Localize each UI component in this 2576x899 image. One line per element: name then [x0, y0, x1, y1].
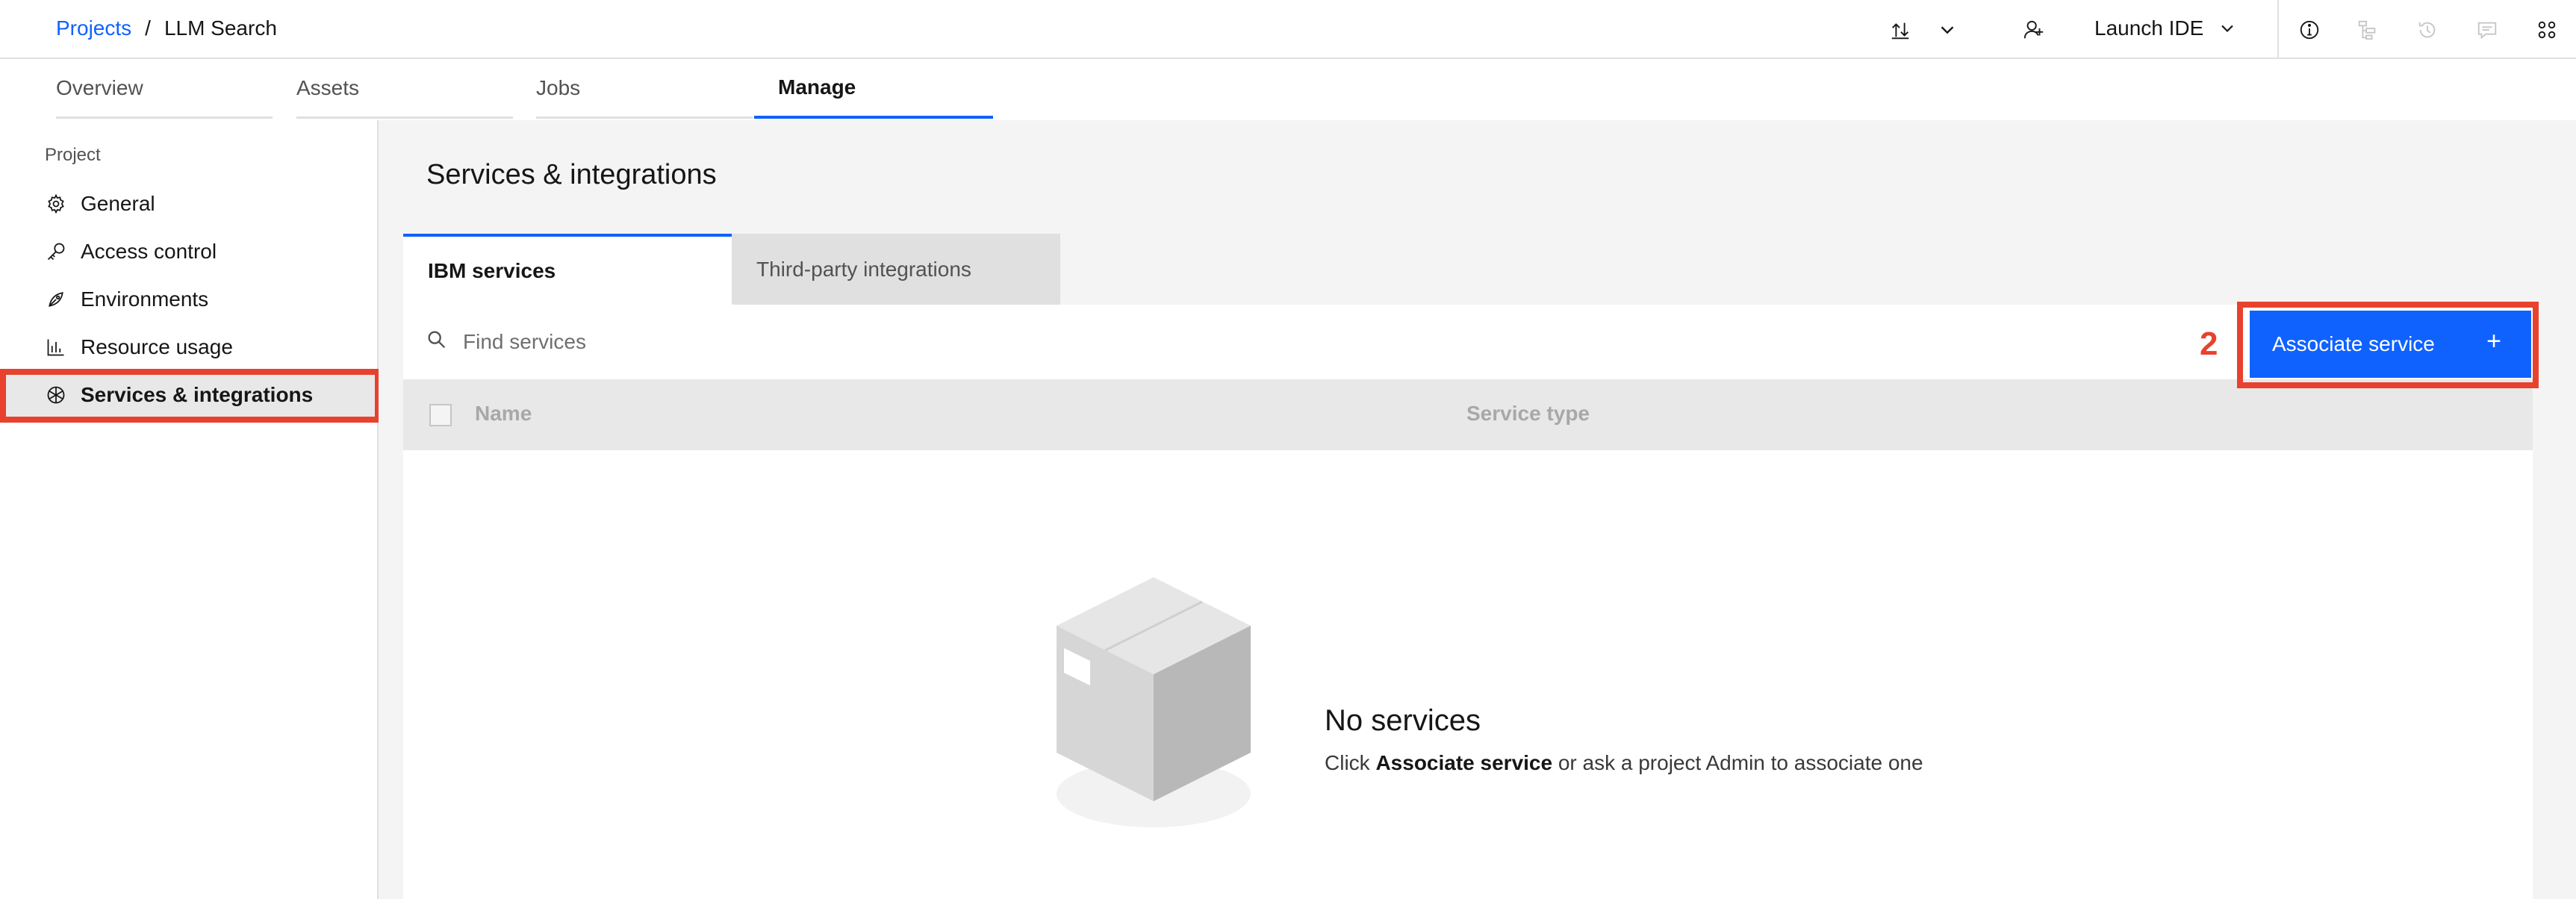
sidebar-heading: Project: [45, 145, 101, 165]
tab-ibm-services[interactable]: IBM services: [403, 234, 732, 305]
sidebar-item-label: Services & integrations: [81, 383, 314, 406]
sidebar-item-label: General: [81, 192, 155, 215]
annotation-label-2: 2: [2200, 326, 2218, 362]
empty-desc-bold: Associate service: [1375, 751, 1553, 774]
sidebar-item-general[interactable]: General: [0, 182, 377, 225]
empty-state-description: Click Associate service or ask a project…: [1325, 751, 1923, 775]
column-header-service-type[interactable]: Service type: [1466, 402, 1590, 426]
breadcrumb: Projects / LLM Search: [56, 16, 277, 40]
project-tabs: Overview Assets Jobs Manage: [0, 59, 2576, 120]
breadcrumb-current-project: LLM Search: [164, 16, 277, 40]
header-divider: [2277, 0, 2279, 59]
search-input[interactable]: [463, 305, 2404, 379]
tab-overview[interactable]: Overview: [56, 59, 273, 119]
upload-download-icon[interactable]: [1887, 16, 1914, 43]
page-title: Services & integrations: [426, 159, 717, 190]
associate-service-button[interactable]: Associate service +: [2250, 311, 2531, 378]
services-tabs: IBM services Third-party integrations: [403, 234, 1060, 305]
history-icon[interactable]: [2414, 16, 2441, 43]
top-header: Projects / LLM Search Launch IDE: [0, 0, 2576, 59]
tab-jobs[interactable]: Jobs: [536, 59, 753, 119]
empty-state: No services Click Associate service or a…: [403, 450, 2533, 899]
column-header-name[interactable]: Name: [475, 402, 532, 426]
chevron-down-icon[interactable]: [1934, 16, 1961, 43]
add-collaborator-icon[interactable]: [2020, 16, 2047, 43]
tab-third-party-integrations[interactable]: Third-party integrations: [732, 234, 1060, 305]
empty-state-title: No services: [1325, 704, 1481, 737]
tab-assets[interactable]: Assets: [296, 59, 513, 119]
sidebar-item-label: Environments: [81, 287, 209, 311]
plus-icon: +: [2486, 327, 2501, 355]
sidebar-item-environments[interactable]: Environments: [0, 278, 377, 321]
select-all-checkbox[interactable]: [429, 404, 452, 426]
gear-icon: [45, 193, 67, 215]
breadcrumb-projects-link[interactable]: Projects: [56, 16, 131, 40]
chevron-down-icon: [2217, 18, 2238, 39]
sidebar-item-access-control[interactable]: Access control: [0, 230, 377, 273]
table-header: Name Service type: [403, 379, 2533, 450]
app-switcher-icon[interactable]: [2533, 16, 2560, 43]
associate-service-label: Associate service: [2272, 332, 2435, 355]
sidebar-item-services-integrations[interactable]: Services & integrations: [0, 373, 377, 417]
info-icon[interactable]: [2296, 16, 2323, 43]
main-content: Services & integrations IBM services Thi…: [379, 120, 2576, 899]
breadcrumb-separator: /: [145, 16, 151, 40]
manage-sidebar: Project General Access control Environme…: [0, 120, 379, 899]
launch-ide-label: Launch IDE: [2094, 16, 2204, 40]
empty-desc-prefix: Click: [1325, 751, 1376, 774]
lineage-icon[interactable]: [2354, 16, 2381, 43]
sidebar-item-label: Access control: [81, 240, 217, 263]
empty-box-illustration: [1057, 577, 1251, 827]
tab-manage[interactable]: Manage: [754, 59, 993, 119]
launch-ide-button[interactable]: Launch IDE: [2094, 16, 2238, 40]
environment-icon: [45, 288, 67, 311]
comments-icon[interactable]: [2474, 16, 2501, 43]
sidebar-item-resource-usage[interactable]: Resource usage: [0, 326, 377, 369]
bar-chart-icon: [45, 336, 67, 358]
search-icon: [426, 329, 451, 354]
services-icon: [45, 384, 67, 406]
key-icon: [45, 240, 67, 263]
services-panel: Name Service type No services Click Asso…: [403, 305, 2533, 899]
empty-desc-suffix: or ask a project Admin to associate one: [1552, 751, 1923, 774]
sidebar-item-label: Resource usage: [81, 335, 233, 358]
